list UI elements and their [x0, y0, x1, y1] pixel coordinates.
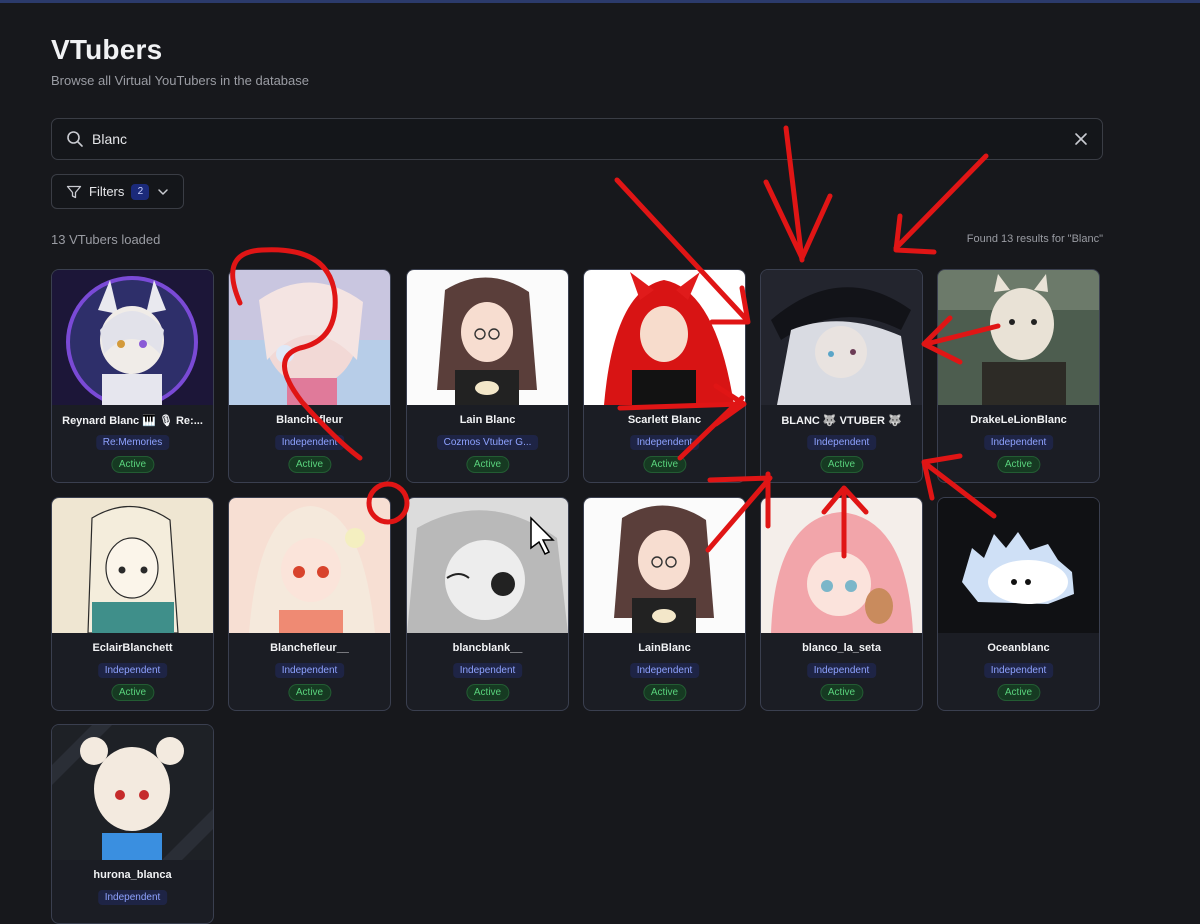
agency-badge: Cozmos Vtuber G...: [436, 435, 539, 450]
status-badge: Active: [465, 684, 510, 701]
filter-icon: [66, 185, 82, 198]
vtuber-avatar: [52, 498, 213, 633]
loaded-count: 13 VTubers loaded: [51, 232, 161, 247]
status-badge: Active: [996, 456, 1041, 473]
agency-badge: Independent: [629, 435, 700, 450]
agency-badge: Independent: [274, 435, 345, 450]
vtuber-name: BLANC 🐺 VTUBER 🐺: [781, 415, 902, 427]
status-badge: Active: [287, 684, 332, 701]
vtuber-avatar: [52, 270, 213, 405]
status-badge: Active: [996, 684, 1041, 701]
agency-badge: Re:Memories: [95, 435, 170, 450]
vtuber-name: LainBlanc: [638, 642, 691, 654]
vtuber-card[interactable]: BLANC 🐺 VTUBER 🐺 Independent Active: [760, 269, 923, 483]
vtuber-name: hurona_blanca: [93, 869, 172, 881]
vtuber-avatar: [584, 498, 745, 633]
page-title: VTubers: [51, 34, 163, 65]
vtuber-avatar: [761, 270, 922, 405]
vtuber-card[interactable]: DrakeLeLionBlanc Independent Active: [937, 269, 1100, 483]
results-count: Found 13 results for "Blanc": [966, 233, 1103, 245]
vtuber-card[interactable]: Blanchefleur__ Independent Active: [228, 497, 391, 711]
status-badge: Active: [819, 456, 864, 473]
page-subtitle: Browse all Virtual YouTubers in the data…: [51, 73, 310, 88]
search-input[interactable]: [92, 119, 1052, 159]
agency-badge: Independent: [806, 663, 877, 678]
agency-badge: Independent: [97, 890, 168, 905]
status-badge: Active: [287, 456, 332, 473]
close-icon[interactable]: [1072, 130, 1090, 148]
vtuber-card[interactable]: Oceanblanc Independent Active: [937, 497, 1100, 711]
agency-badge: Independent: [983, 663, 1054, 678]
filters-button[interactable]: Filters 2: [51, 174, 184, 209]
vtuber-name: Oceanblanc: [987, 642, 1050, 654]
top-accent-line: [0, 0, 1200, 3]
vtuber-card[interactable]: blanco_la_seta Independent Active: [760, 497, 923, 711]
vtuber-card[interactable]: Blanchefleur Independent Active: [228, 269, 391, 483]
vtuber-card[interactable]: blancblank__ Independent Active: [406, 497, 569, 711]
status-badge: Active: [465, 456, 510, 473]
vtuber-name: Blanchefleur: [276, 414, 343, 426]
vtuber-card[interactable]: hurona_blanca Independent: [51, 724, 214, 924]
vtuber-name: Lain Blanc: [459, 414, 516, 426]
vtuber-avatar: [229, 270, 390, 405]
vtuber-name: EclairBlanchett: [92, 642, 173, 654]
status-badge: Active: [110, 456, 155, 473]
status-badge: Active: [642, 456, 687, 473]
vtuber-avatar: [761, 498, 922, 633]
vtuber-avatar: [938, 270, 1099, 405]
filters-count-badge: 2: [131, 183, 150, 200]
vtuber-name: Blanchefleur__: [270, 642, 349, 654]
agency-badge: Independent: [629, 663, 700, 678]
agency-badge: Independent: [274, 663, 345, 678]
vtuber-avatar: [584, 270, 745, 405]
agency-badge: Independent: [97, 663, 168, 678]
agency-badge: Independent: [806, 435, 877, 450]
status-badge: Active: [642, 684, 687, 701]
search-icon: [67, 131, 83, 147]
vtuber-avatar: [407, 270, 568, 405]
search-bar: [51, 118, 1103, 160]
vtuber-avatar: [407, 498, 568, 633]
vtuber-name: DrakeLeLionBlanc: [970, 414, 1067, 426]
vtuber-name: blancblank__: [452, 642, 523, 654]
chevron-down-icon: [158, 188, 169, 195]
vtuber-avatar: [229, 498, 390, 633]
status-badge: Active: [819, 684, 864, 701]
vtuber-card[interactable]: LainBlanc Independent Active: [583, 497, 746, 711]
vtuber-card[interactable]: Lain Blanc Cozmos Vtuber G... Active: [406, 269, 569, 483]
filters-label: Filters: [89, 184, 125, 199]
vtuber-name: Scarlett Blanc: [627, 414, 702, 426]
vtuber-name: blanco_la_seta: [802, 642, 881, 654]
vtuber-name: Reynard Blanc 🎹 🎙 Re:...: [62, 415, 203, 427]
vtuber-card[interactable]: Scarlett Blanc Independent Active: [583, 269, 746, 483]
vtuber-card[interactable]: EclairBlanchett Independent Active: [51, 497, 214, 711]
vtuber-card[interactable]: Reynard Blanc 🎹 🎙 Re:... Re:Memories Act…: [51, 269, 214, 483]
vtuber-avatar: [938, 498, 1099, 633]
vtuber-avatar: [52, 725, 213, 860]
agency-badge: Independent: [983, 435, 1054, 450]
status-badge: Active: [110, 684, 155, 701]
agency-badge: Independent: [452, 663, 523, 678]
